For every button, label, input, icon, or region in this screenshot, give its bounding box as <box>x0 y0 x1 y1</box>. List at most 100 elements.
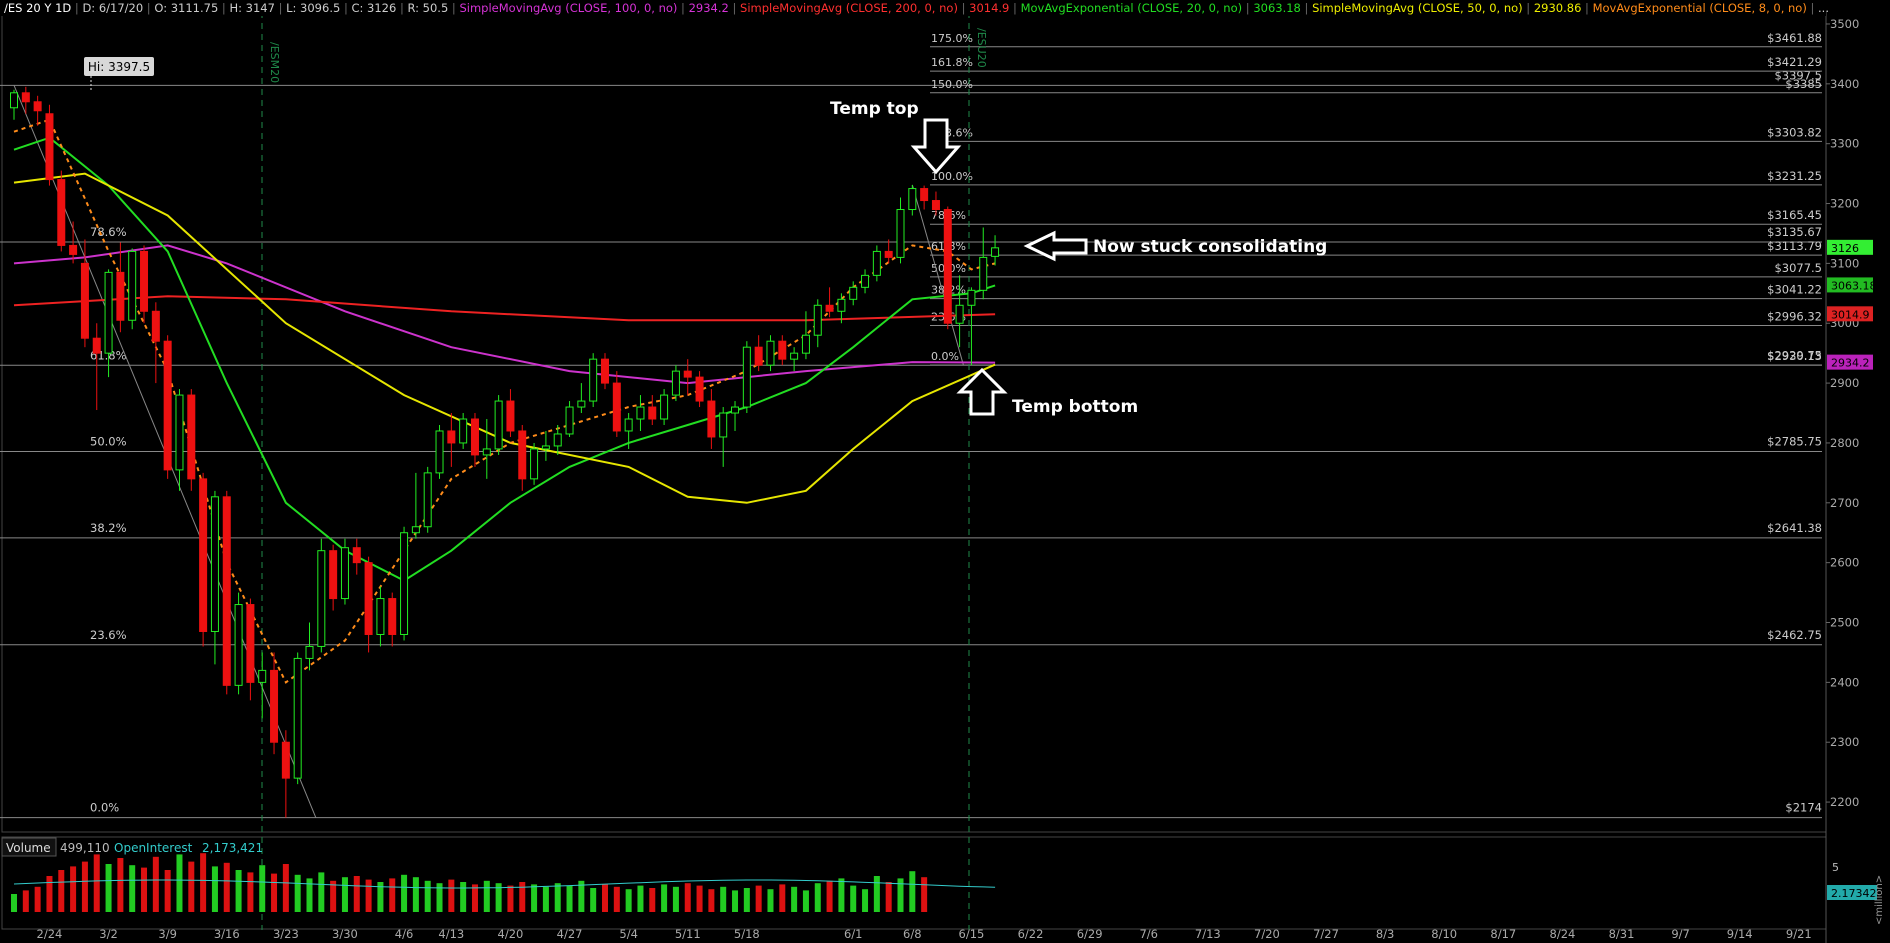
fib-label-small: 161.8% <box>931 56 973 69</box>
price-tick-label: 2200 <box>1830 795 1859 809</box>
header-separator: | <box>71 1 82 15</box>
volume-bar <box>141 867 148 912</box>
candle-body <box>104 271 113 354</box>
candle-body <box>660 394 669 420</box>
volume-bar <box>81 861 88 912</box>
candle-body <box>636 406 645 420</box>
fib-price-large: $3135.67 <box>1767 225 1822 239</box>
volume-bar <box>460 882 467 912</box>
candle-body <box>376 598 385 635</box>
fib-price-large: $2174 <box>1785 801 1822 815</box>
candle-body <box>494 400 503 450</box>
volume-bar <box>294 874 301 912</box>
date-tick-label: 3/9 <box>158 927 177 941</box>
header-symbol: /ES 20 Y 1D <box>4 1 71 15</box>
price-tick-label: 2400 <box>1830 675 1859 689</box>
candle-body <box>565 406 574 435</box>
candle-body <box>364 562 373 635</box>
candle-body <box>967 289 976 306</box>
candle-body <box>222 496 231 686</box>
candle-body <box>234 604 243 686</box>
annotation-temp-bottom-text: Temp bottom <box>1012 397 1138 417</box>
candle-body <box>140 250 149 312</box>
candle-body <box>813 304 822 336</box>
volume-bar <box>531 884 538 912</box>
candle-body <box>45 113 54 181</box>
volume-bar <box>743 888 750 912</box>
candle-body <box>719 412 728 438</box>
volume-bar <box>602 884 608 912</box>
volume-bar <box>93 854 100 912</box>
volume-bar <box>34 886 41 912</box>
date-tick-label: 4/20 <box>498 927 524 941</box>
date-tick-label: 3/16 <box>214 927 240 941</box>
volume-bar <box>909 871 916 912</box>
fib-label-small: 150.0% <box>931 78 973 91</box>
volume-bar <box>921 877 928 912</box>
date-tick-label: 7/20 <box>1254 927 1280 941</box>
candle-body <box>435 430 444 474</box>
volume-bar <box>649 888 656 912</box>
fib-label-large: 38.2% <box>90 521 127 535</box>
candle-body <box>589 358 598 402</box>
header-separator: | <box>218 1 229 15</box>
candle-body <box>601 358 609 384</box>
candle-body <box>577 400 586 408</box>
price-tick-label: 2900 <box>1830 376 1859 390</box>
volume-bar <box>838 878 845 912</box>
fib-price-small: $3165.45 <box>1767 208 1822 222</box>
date-tick-label: 3/2 <box>99 927 118 941</box>
volume-bar <box>850 885 857 912</box>
date-tick-label: 5/18 <box>734 927 760 941</box>
candle-body <box>683 370 692 378</box>
date-tick-label: 8/31 <box>1609 927 1635 941</box>
candle-body <box>849 286 858 300</box>
header-item: 2930.86 <box>1534 1 1582 15</box>
candle-body <box>872 250 881 276</box>
volume-bar <box>200 853 207 912</box>
price-tag-text: 3063.18 <box>1831 279 1877 292</box>
candle-body <box>742 346 751 408</box>
candle-body <box>754 346 763 366</box>
volume-bar <box>802 890 809 912</box>
volume-bar <box>696 885 703 912</box>
candle-body <box>884 250 893 258</box>
volume-bar <box>105 864 112 912</box>
volume-bar <box>755 885 762 912</box>
candle-body <box>695 376 704 402</box>
header-separator: | <box>1807 1 1818 15</box>
candle-body <box>470 418 479 456</box>
annotation-consolidating-text: Now stuck consolidating <box>1093 237 1327 257</box>
candle-body <box>482 448 491 456</box>
date-tick-label: 8/24 <box>1550 927 1576 941</box>
volume-label: Volume <box>6 841 51 855</box>
header-item: R: 50.5 <box>408 1 449 15</box>
fib-price-small: $3231.25 <box>1767 169 1822 183</box>
volume-bar <box>590 888 597 912</box>
date-tick-label: 6/8 <box>903 927 922 941</box>
volume-bar <box>672 886 679 912</box>
volume-bar <box>566 885 573 912</box>
header-separator: | <box>729 1 740 15</box>
candle-body <box>128 250 137 321</box>
header-item: MovAvgExponential (CLOSE, 8, 0, no) <box>1593 1 1807 15</box>
candle-body <box>411 526 420 534</box>
candle-body <box>199 478 208 632</box>
volume-bar <box>353 876 360 912</box>
volume-bar <box>152 856 159 912</box>
open-interest-value: 2,173,421 <box>202 841 263 855</box>
date-tick-label: 4/6 <box>395 927 414 941</box>
volume-value: 499,110 <box>60 841 110 855</box>
date-tick-label: 6/29 <box>1077 927 1103 941</box>
candle-body <box>329 550 338 600</box>
candle-body <box>920 188 929 202</box>
volume-bar <box>507 885 514 912</box>
volume-bar <box>554 883 561 912</box>
candle-body <box>612 382 621 432</box>
header-item: O: 3111.75 <box>154 1 218 15</box>
fib-label-large: 23.6% <box>90 628 127 642</box>
date-tick-label: 8/10 <box>1431 927 1457 941</box>
price-tick-label: 3200 <box>1830 197 1859 211</box>
date-tick-label: 4/27 <box>557 927 583 941</box>
candle-body <box>707 400 716 438</box>
